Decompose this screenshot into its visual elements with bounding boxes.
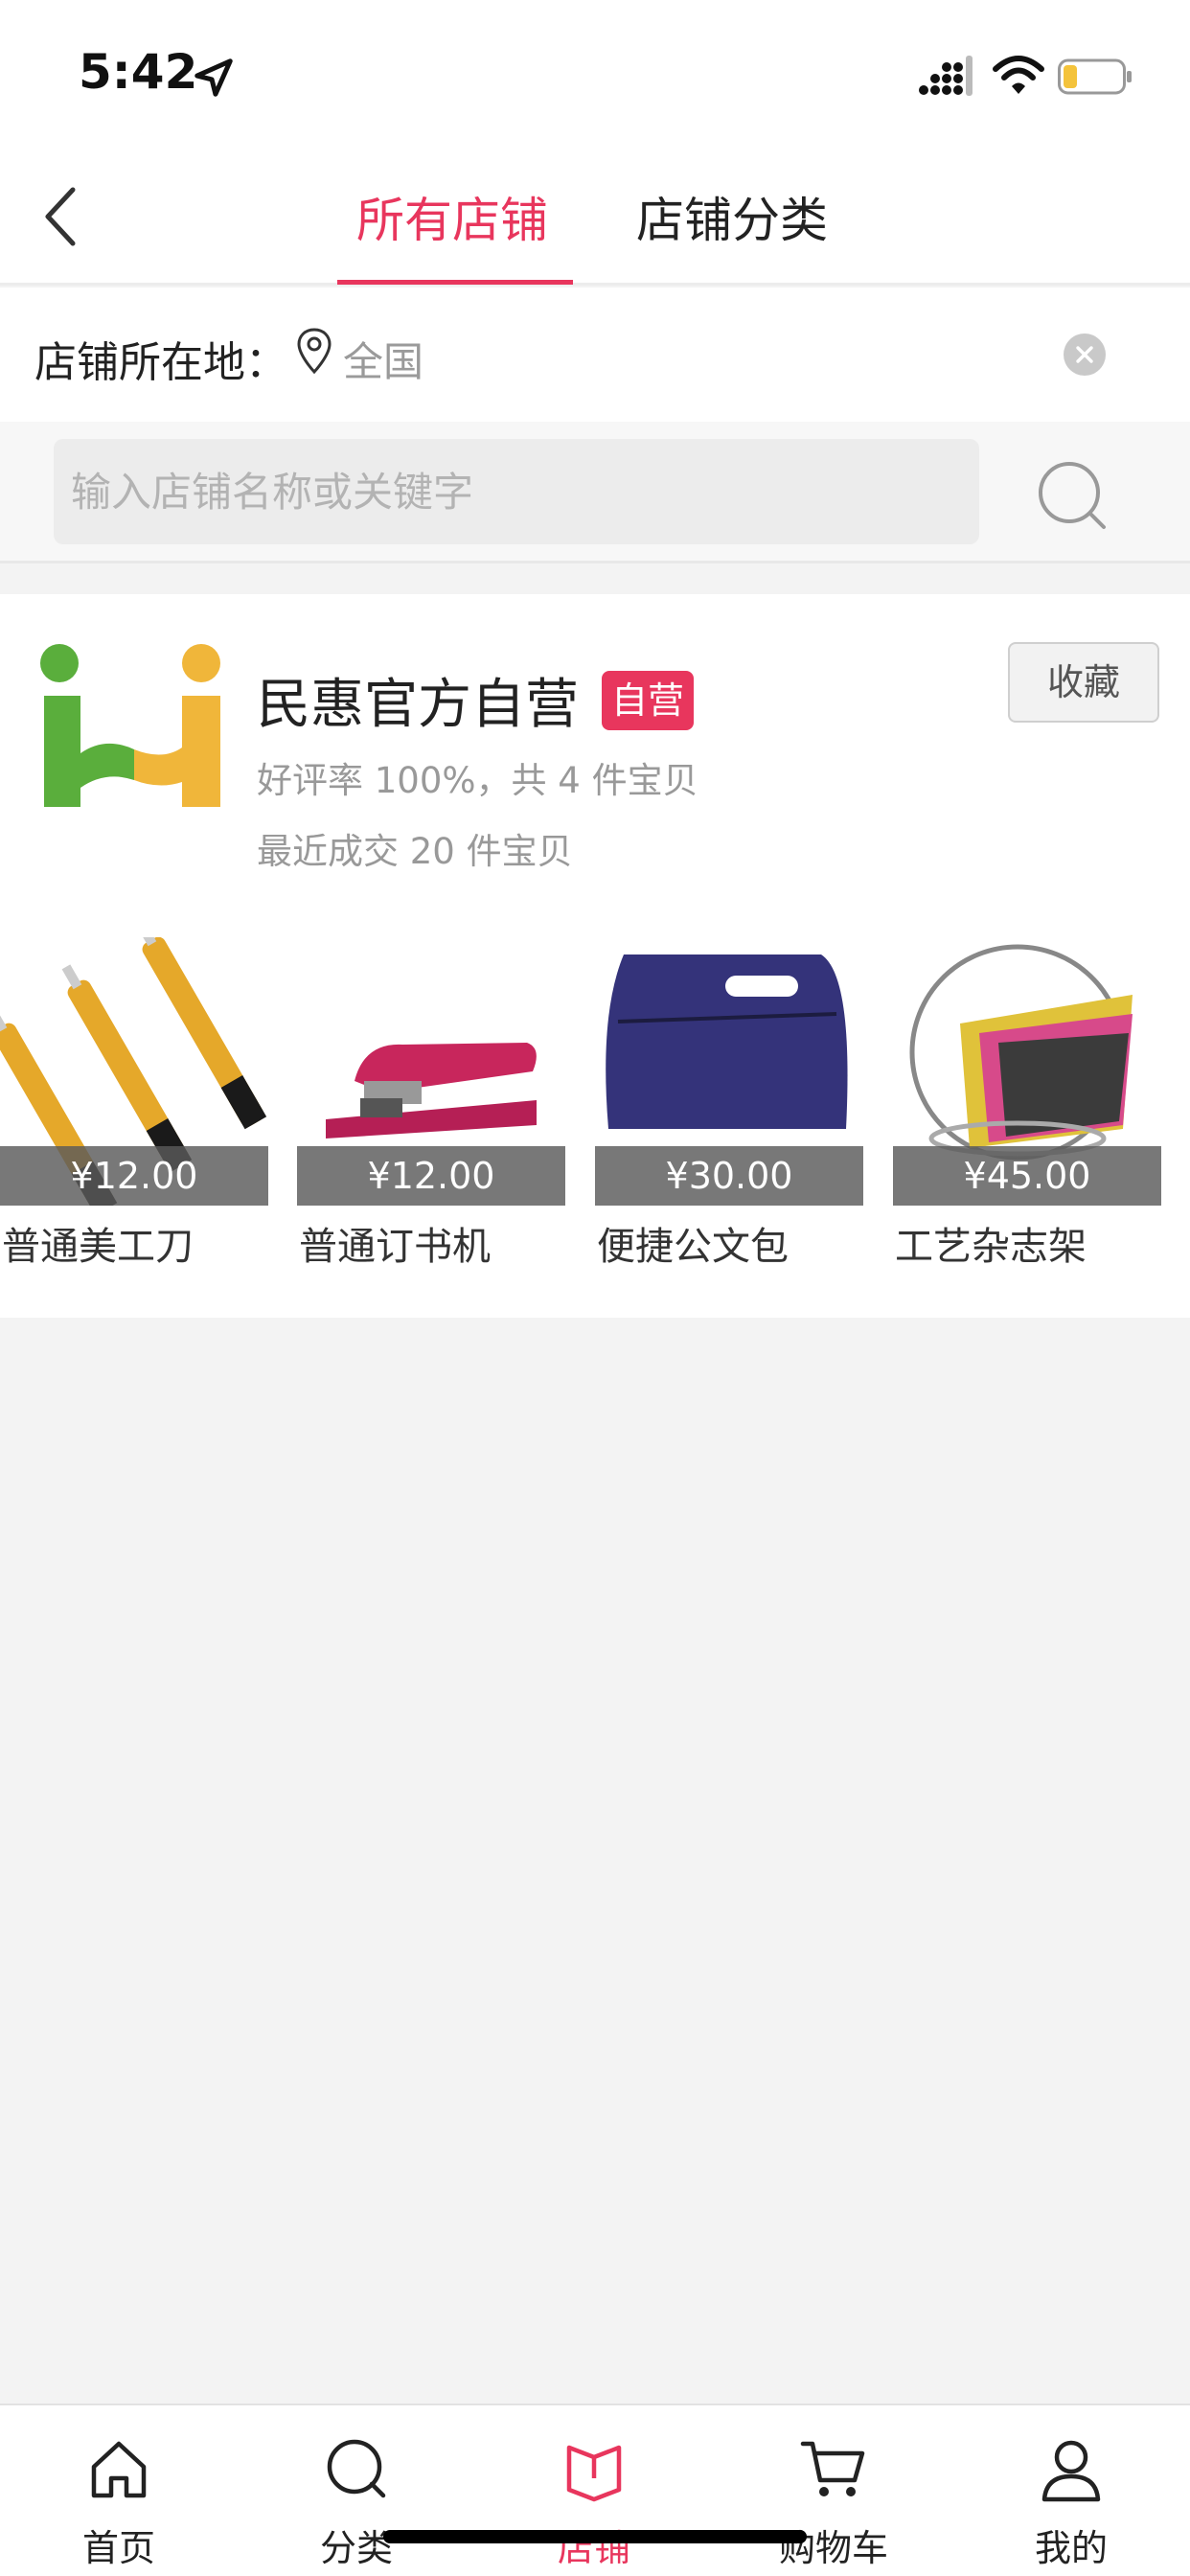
store-rating: 好评率 100%，共 4 件宝贝: [257, 760, 698, 801]
battery-icon: [1058, 58, 1132, 95]
tabbar-item-mine[interactable]: 我的: [975, 2405, 1167, 2576]
close-icon: [1076, 346, 1093, 363]
favorite-store-button[interactable]: 收藏: [1008, 642, 1159, 723]
home-indicator[interactable]: [383, 2530, 807, 2543]
search-icon[interactable]: [1035, 458, 1111, 535]
status-time: 5:42: [79, 44, 198, 100]
store-search-input[interactable]: [54, 439, 979, 544]
store-name: 民惠官方自营: [257, 674, 579, 736]
tabbar-label: 首页: [81, 2527, 155, 2569]
clear-location-button[interactable]: [1064, 334, 1106, 376]
product-name: 工艺杂志架: [895, 1225, 1087, 1269]
bottom-tab-bar: 首页 分类 店铺 购物车 我的: [0, 2404, 1190, 2576]
product-item[interactable]: ¥30.00 便捷公文包: [595, 937, 863, 1301]
status-bar: 5:42: [0, 0, 1190, 144]
location-filter[interactable]: 店铺所在地： 全国: [0, 288, 1190, 422]
tabbar-item-cart[interactable]: 购物车: [738, 2405, 929, 2576]
location-pin-icon: [297, 328, 332, 375]
tabbar-label: 分类: [319, 2527, 393, 2569]
tab-all-stores[interactable]: 所有店铺: [356, 182, 548, 251]
product-name: 便捷公文包: [597, 1225, 789, 1269]
product-item[interactable]: ¥12.00 普通订书机: [297, 937, 565, 1301]
product-name: 普通美工刀: [2, 1225, 194, 1269]
tabbar-item-store[interactable]: 店铺: [498, 2405, 690, 2576]
cart-icon: [800, 2441, 865, 2496]
wifi-icon: [993, 56, 1044, 94]
product-price: ¥30.00: [595, 1146, 863, 1206]
product-price: ¥12.00: [0, 1146, 268, 1206]
user-icon: [1041, 2440, 1101, 2502]
location-label: 店铺所在地：: [34, 338, 287, 387]
tabbar-label: 店铺: [557, 2527, 630, 2569]
back-icon[interactable]: [34, 178, 92, 255]
product-price: ¥45.00: [893, 1146, 1161, 1206]
store-logo: [40, 644, 220, 807]
tab-store-categories[interactable]: 店铺分类: [636, 182, 828, 251]
product-item[interactable]: ¥45.00 工艺杂志架: [893, 937, 1161, 1301]
home-icon: [91, 2441, 147, 2498]
cellular-signal-icon: [919, 56, 973, 96]
active-tab-indicator: [337, 280, 573, 285]
store-book-icon: [566, 2445, 622, 2502]
header: 所有店铺 店铺分类: [0, 144, 1190, 286]
tabbar-item-home[interactable]: 首页: [23, 2405, 215, 2576]
product-list: ¥12.00 普通美工刀 ¥12.00 普通订书机 ¥30.00 便捷公文包 ¥…: [0, 937, 1190, 1301]
tabbar-label: 我的: [1034, 2527, 1108, 2569]
location-value: 全国: [343, 338, 424, 385]
search-bar: [0, 422, 1190, 564]
store-card[interactable]: 民惠官方自营 自营 好评率 100%，共 4 件宝贝 最近成交 20 件宝贝 收…: [0, 594, 1190, 1318]
category-search-icon: [327, 2439, 386, 2498]
product-price: ¥12.00: [297, 1146, 565, 1206]
store-recent-sales: 最近成交 20 件宝贝: [257, 831, 573, 872]
store-list-page: 5:42 所有店铺 店铺分类 店铺所在地： 全国 输入店铺名称或关键字 民惠官方…: [0, 0, 1190, 2576]
product-item[interactable]: ¥12.00 普通美工刀: [0, 937, 268, 1301]
location-arrow-icon: [195, 58, 233, 97]
tabbar-label: 购物车: [778, 2527, 888, 2569]
tabbar-item-category[interactable]: 分类: [261, 2405, 452, 2576]
product-name: 普通订书机: [299, 1225, 491, 1269]
self-operated-badge: 自营: [602, 671, 695, 730]
